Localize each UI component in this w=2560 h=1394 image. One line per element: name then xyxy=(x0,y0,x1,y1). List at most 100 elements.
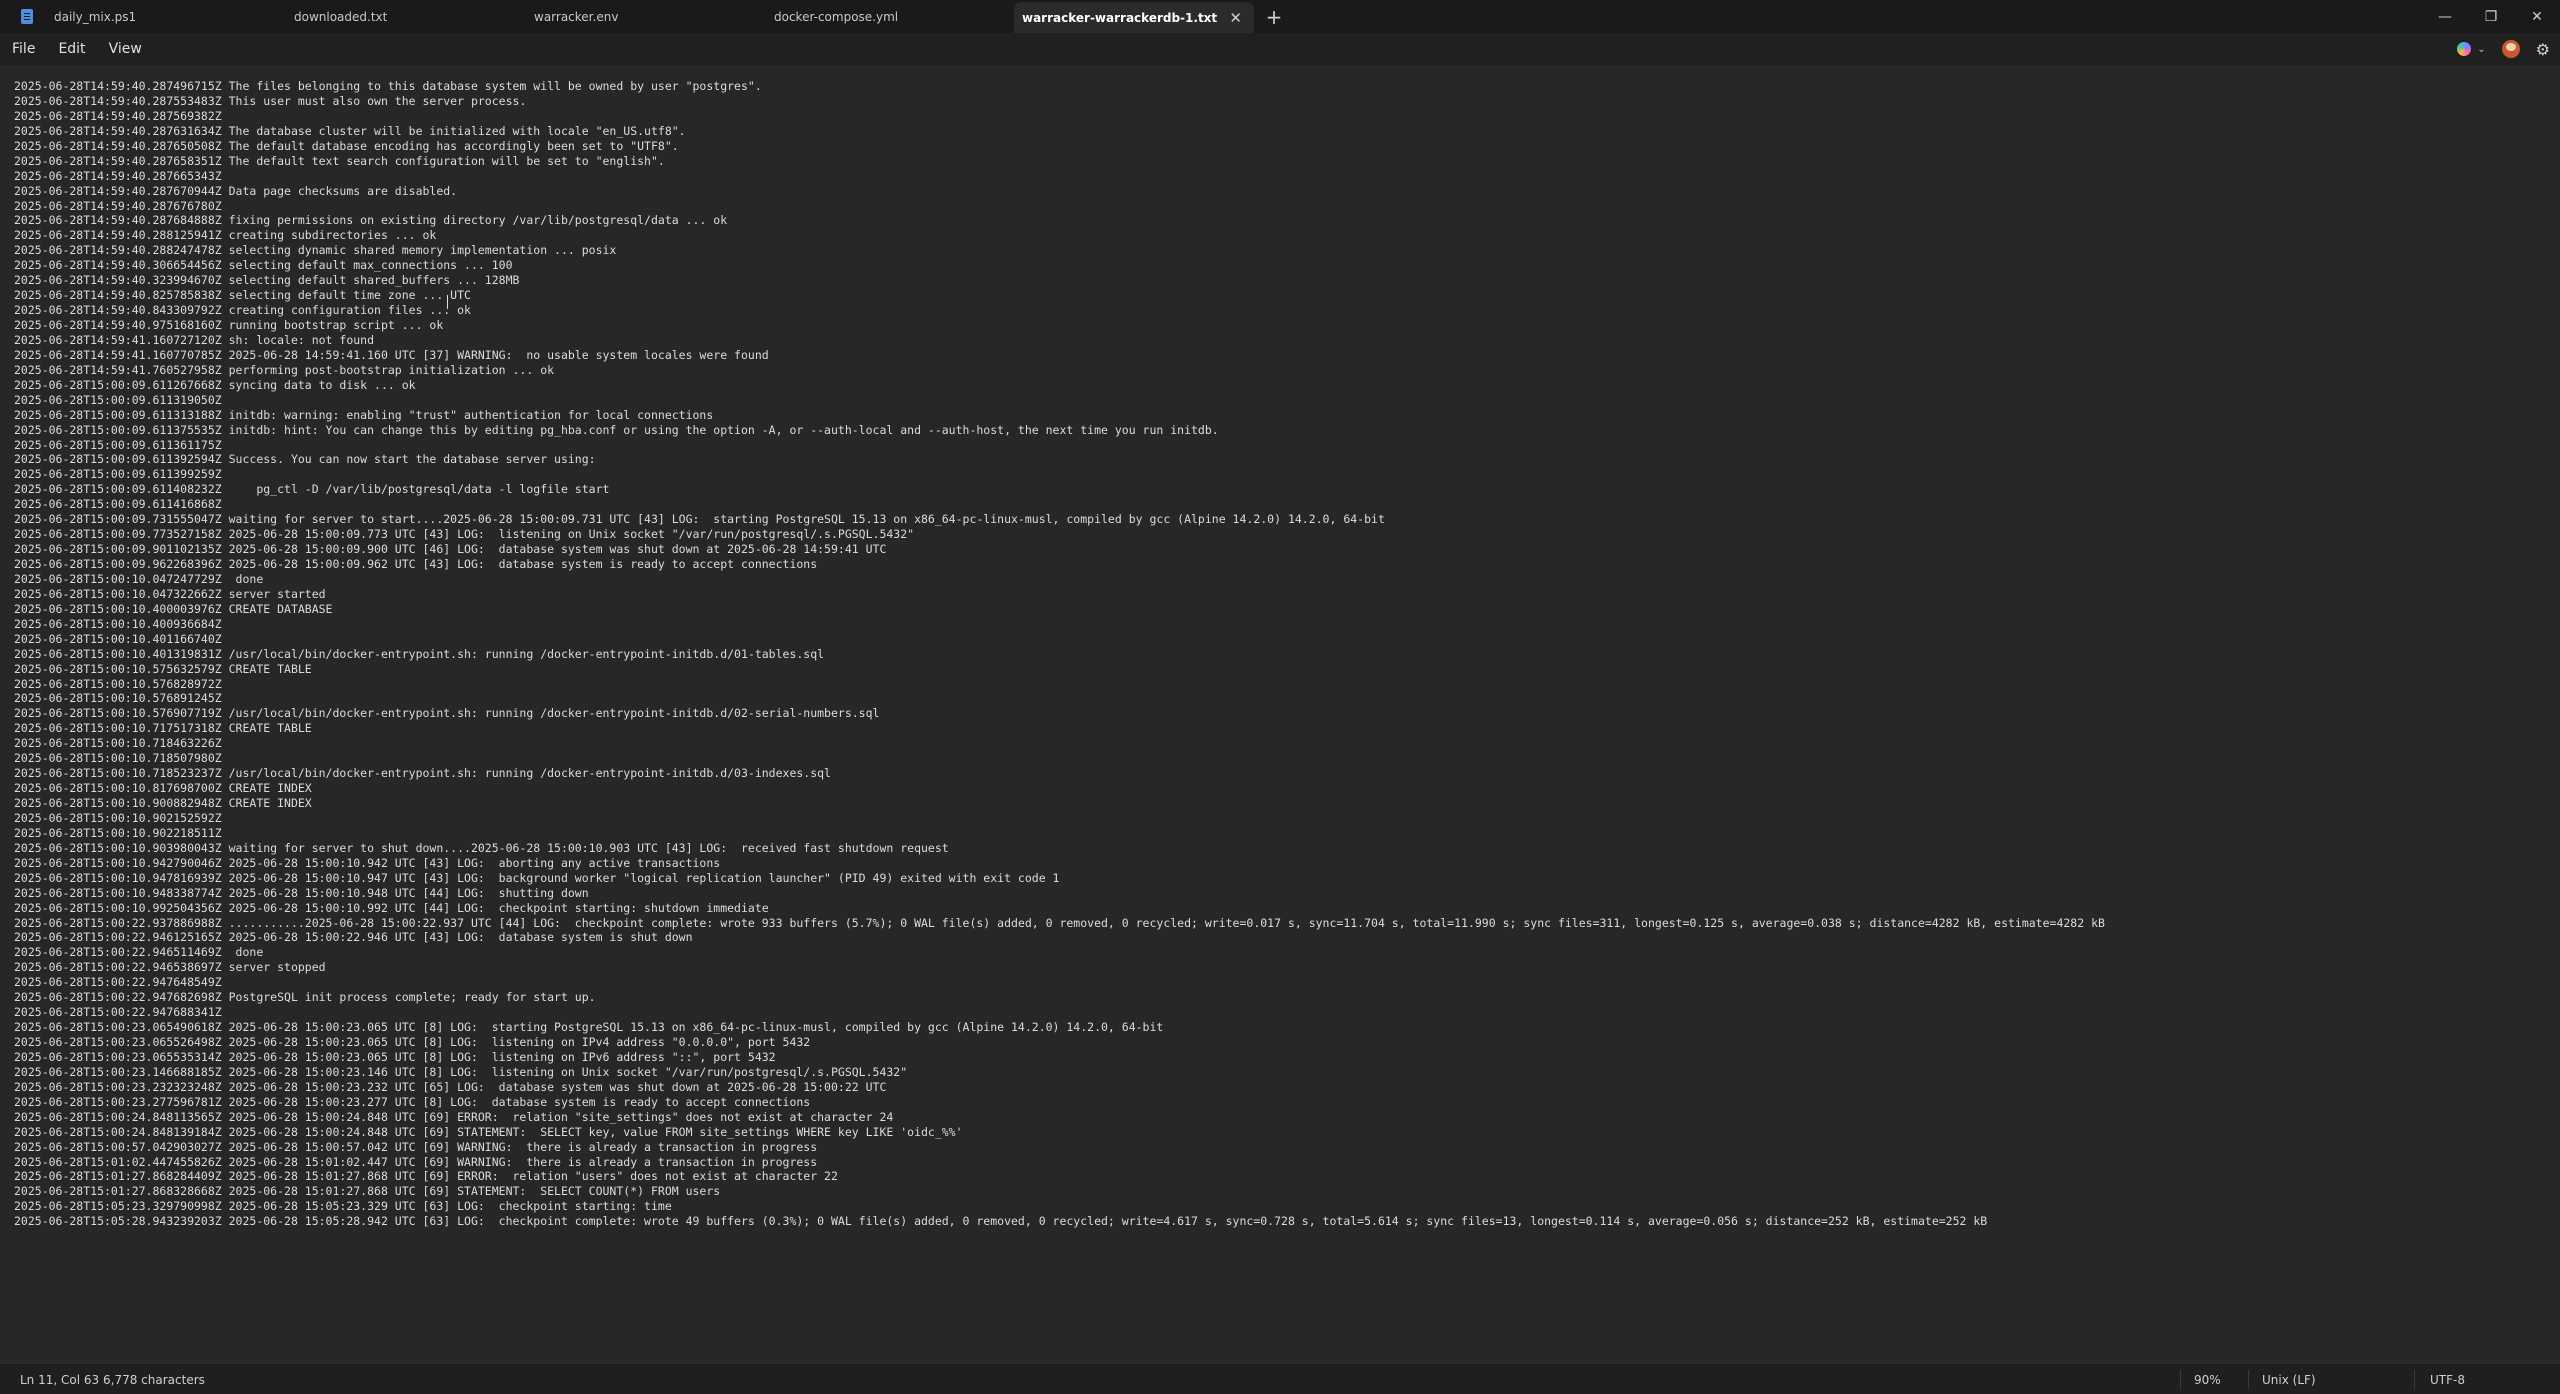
text-line: 2025-06-28T15:00:10.401319831Z /usr/loca… xyxy=(14,646,825,661)
text-line: 2025-06-28T14:59:40.287658351Z The defau… xyxy=(14,153,665,168)
text-line: 2025-06-28T15:00:10.817698700Z CREATE IN… xyxy=(14,781,312,796)
restore-button[interactable]: ❐ xyxy=(2468,0,2514,33)
tab-label: warracker.env xyxy=(534,9,619,24)
cursor-position[interactable]: Ln 11, Col 63 xyxy=(20,1373,99,1387)
text-line: 2025-06-28T14:59:40.288247478Z selecting… xyxy=(14,243,617,258)
text-line: 2025-06-28T15:00:22.947682698Z PostgreSQ… xyxy=(14,990,596,1005)
text-line: 2025-06-28T14:59:40.287650508Z The defau… xyxy=(14,138,679,153)
character-count: 6,778 characters xyxy=(103,1373,205,1387)
text-line: 2025-06-28T14:59:41.760527958Z performin… xyxy=(14,362,555,377)
text-line: 2025-06-28T15:00:24.848139184Z 2025-06-2… xyxy=(14,1124,963,1139)
text-line: 2025-06-28T15:00:24.848113565Z 2025-06-2… xyxy=(14,1109,894,1124)
zoom-level[interactable]: 90% xyxy=(2194,1373,2221,1387)
text-line: 2025-06-28T15:00:10.718507980Z xyxy=(14,751,222,766)
document-text[interactable]: 2025-06-28T14:59:40.287496715Z The files… xyxy=(14,79,2105,1229)
text-line: 2025-06-28T15:05:28.943239203Z 2025-06-2… xyxy=(14,1214,1988,1229)
text-line: 2025-06-28T15:00:09.611267668Z syncing d… xyxy=(14,377,416,392)
text-line: 2025-06-28T14:59:40.287676780Z xyxy=(14,198,222,213)
menu-view[interactable]: View xyxy=(97,41,153,57)
text-line: 2025-06-28T15:00:10.902218511Z xyxy=(14,825,222,840)
text-line: 2025-06-28T14:59:40.287665343Z xyxy=(14,168,222,183)
close-tab-button[interactable]: ✕ xyxy=(1229,9,1242,27)
text-line: 2025-06-28T15:00:09.611392594Z Success. … xyxy=(14,452,596,467)
text-line: 2025-06-28T15:00:10.047322662Z server st… xyxy=(14,586,326,601)
text-line: 2025-06-28T15:00:10.401166740Z xyxy=(14,631,222,646)
minimize-icon: — xyxy=(2438,8,2452,25)
text-line: 2025-06-28T15:00:09.901102135Z 2025-06-2… xyxy=(14,542,887,557)
text-line: 2025-06-28T15:00:22.937886988Z .........… xyxy=(14,915,2105,930)
text-line: 2025-06-28T15:00:09.773527158Z 2025-06-2… xyxy=(14,527,915,542)
text-line: 2025-06-28T15:05:23.329790998Z 2025-06-2… xyxy=(14,1199,672,1214)
encoding[interactable]: UTF-8 xyxy=(2430,1373,2465,1387)
title-bar: daily_mix.ps1 downloaded.txt warracker.env… xyxy=(0,0,2560,33)
text-line: 2025-06-28T15:00:10.948338774Z 2025-06-2… xyxy=(14,885,589,900)
chevron-down-icon[interactable]: ⌄ xyxy=(2477,44,2485,55)
menu-file[interactable]: File xyxy=(0,41,46,57)
text-line: 2025-06-28T14:59:40.287553483Z This user… xyxy=(14,93,527,108)
text-line: 2025-06-28T14:59:41.160770785Z 2025-06-2… xyxy=(14,347,769,362)
status-bar: Ln 11, Col 63 6,778 characters 90% Unix … xyxy=(0,1363,2560,1394)
plus-icon: + xyxy=(1265,4,1283,29)
text-line: 2025-06-28T15:00:10.400003976Z CREATE DA… xyxy=(14,601,333,616)
tab-strip: daily_mix.ps1 downloaded.txt warracker.env… xyxy=(54,0,1254,33)
text-line: 2025-06-28T15:00:09.611313188Z initdb: w… xyxy=(14,407,714,422)
gear-icon[interactable]: ⚙ xyxy=(2536,40,2550,59)
menu-edit[interactable]: Edit xyxy=(46,41,96,57)
minimize-button[interactable]: — xyxy=(2422,0,2468,33)
text-line: 2025-06-28T15:00:10.718523237Z /usr/loca… xyxy=(14,766,831,781)
text-line: 2025-06-28T15:00:22.946538697Z server st… xyxy=(14,960,326,975)
text-line: 2025-06-28T14:59:40.843309792Z creating … xyxy=(14,303,471,318)
text-line: 2025-06-28T15:00:23.232323248Z 2025-06-2… xyxy=(14,1079,887,1094)
restore-icon: ❐ xyxy=(2484,8,2498,25)
text-line: 2025-06-28T15:00:09.611408232Z pg_ctl -D… xyxy=(14,482,610,497)
new-tab-button[interactable]: + xyxy=(1254,0,1294,33)
menu-right-tools: ⌄ ⚙ xyxy=(2457,33,2550,65)
text-line: 2025-06-28T14:59:40.288125941Z creating … xyxy=(14,228,437,243)
text-line: 2025-06-28T14:59:40.287670944Z Data page… xyxy=(14,183,458,198)
text-line: 2025-06-28T15:00:10.903980043Z waiting f… xyxy=(14,840,949,855)
text-line: 2025-06-28T15:00:10.947816939Z 2025-06-2… xyxy=(14,870,1060,885)
text-line: 2025-06-28T15:00:10.902152592Z xyxy=(14,810,222,825)
text-line: 2025-06-28T15:00:22.946125165Z 2025-06-2… xyxy=(14,930,693,945)
text-line: 2025-06-28T15:00:10.718463226Z xyxy=(14,736,222,751)
text-line: 2025-06-28T15:00:10.992504356Z 2025-06-2… xyxy=(14,900,769,915)
text-line: 2025-06-28T15:00:23.277596781Z 2025-06-2… xyxy=(14,1094,811,1109)
text-line: 2025-06-28T15:00:09.611319050Z xyxy=(14,392,222,407)
text-line: 2025-06-28T15:00:10.942790046Z 2025-06-2… xyxy=(14,855,721,870)
text-line: 2025-06-28T15:00:09.731555047Z waiting f… xyxy=(14,512,1385,527)
copilot-icon[interactable] xyxy=(2457,42,2472,56)
avatar-icon[interactable] xyxy=(2501,40,2520,58)
text-line: 2025-06-28T14:59:40.825785838Z selecting… xyxy=(14,288,471,303)
tab-1[interactable]: downloaded.txt xyxy=(294,0,534,33)
text-line: 2025-06-28T14:59:40.287496715Z The files… xyxy=(14,79,762,93)
text-line: 2025-06-28T15:00:22.946511469Z done xyxy=(14,945,264,960)
text-line: 2025-06-28T15:00:57.042903027Z 2025-06-2… xyxy=(14,1139,818,1154)
text-line: 2025-06-28T15:00:10.576891245Z xyxy=(14,691,222,706)
text-line: 2025-06-28T15:00:10.576828972Z xyxy=(14,676,222,691)
text-line: 2025-06-28T15:00:23.146688185Z 2025-06-2… xyxy=(14,1064,908,1079)
text-line: 2025-06-28T14:59:40.287569382Z xyxy=(14,108,222,123)
tab-label: daily_mix.ps1 xyxy=(54,9,137,24)
text-line: 2025-06-28T15:00:10.576907719Z /usr/loca… xyxy=(14,706,880,721)
tab-0[interactable]: daily_mix.ps1 xyxy=(54,0,294,33)
close-icon: ✕ xyxy=(2531,8,2543,25)
tab-label: docker-compose.yml xyxy=(774,9,899,24)
text-editor[interactable]: 2025-06-28T14:59:40.287496715Z The files… xyxy=(0,65,2560,1363)
text-line: 2025-06-28T15:00:10.717517318Z CREATE TA… xyxy=(14,721,312,736)
text-line: 2025-06-28T15:01:02.447455826Z 2025-06-2… xyxy=(14,1154,818,1169)
text-line: 2025-06-28T15:00:09.611361175Z xyxy=(14,437,222,452)
text-line: 2025-06-28T15:01:27.868284409Z 2025-06-2… xyxy=(14,1169,838,1184)
tab-label: downloaded.txt xyxy=(294,9,388,24)
close-window-button[interactable]: ✕ xyxy=(2514,0,2560,33)
text-line: 2025-06-28T15:01:27.868328668Z 2025-06-2… xyxy=(14,1184,721,1199)
text-caret xyxy=(447,295,448,309)
text-line: 2025-06-28T15:00:10.047247729Z done xyxy=(14,571,264,586)
text-line: 2025-06-28T15:00:10.575632579Z CREATE TA… xyxy=(14,661,312,676)
text-line: 2025-06-28T15:00:09.962268396Z 2025-06-2… xyxy=(14,557,818,571)
tab-3[interactable]: docker-compose.yml xyxy=(774,0,1014,33)
tab-4[interactable]: warracker-warrackerdb-1.txt ✕ xyxy=(1014,2,1254,33)
tab-2[interactable]: warracker.env xyxy=(534,0,774,33)
text-line: 2025-06-28T15:00:23.065526498Z 2025-06-2… xyxy=(14,1035,811,1049)
text-line: 2025-06-28T15:00:22.947648549Z xyxy=(14,975,222,990)
line-ending[interactable]: Unix (LF) xyxy=(2262,1373,2316,1387)
